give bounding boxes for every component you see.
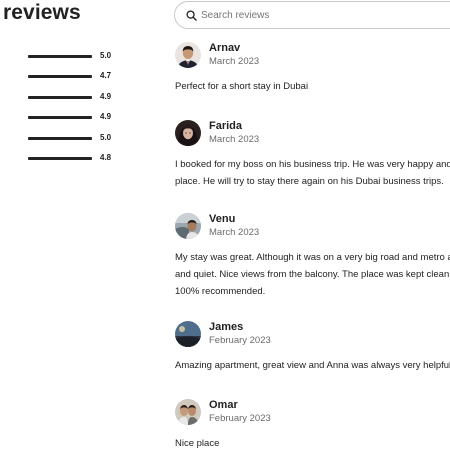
- review-text: Nice place: [175, 435, 219, 450]
- rating-row: 4.7: [28, 69, 118, 89]
- search-bar[interactable]: [174, 1, 450, 29]
- review-date: February 2023: [209, 413, 271, 424]
- rating-bar: [28, 75, 92, 79]
- avatar[interactable]: [175, 213, 201, 239]
- search-input[interactable]: [201, 9, 401, 21]
- rating-bar: [28, 95, 92, 99]
- review-text: Amazing apartment, great view and Anna w…: [175, 357, 450, 374]
- rating-value: 4.9: [100, 112, 112, 122]
- reviewer-name: Farida: [209, 120, 243, 132]
- rating-row: 4.9: [28, 90, 118, 110]
- reviewer-name: Venu: [209, 213, 236, 225]
- rating-bar: [28, 136, 92, 140]
- reviewer-name: Omar: [209, 399, 238, 411]
- reviewer-name: Arnav: [209, 42, 241, 54]
- page-title: reviews: [3, 1, 81, 24]
- review-text-line: Perfect for a short stay in Dubai: [175, 81, 309, 92]
- rating-value: 4.8: [100, 152, 112, 162]
- reviewer-name: James: [209, 321, 244, 333]
- rating-row: 4.8: [28, 151, 118, 171]
- review-date: March 2023: [209, 227, 260, 238]
- review-text-line: My stay was great. Although it was on a …: [175, 252, 450, 263]
- review-text-line: Amazing apartment, great view and Anna w…: [175, 360, 450, 371]
- avatar[interactable]: [175, 399, 201, 425]
- review-date: March 2023: [209, 56, 260, 67]
- rating-value: 4.9: [100, 91, 112, 101]
- rating-row: 5.0: [28, 49, 118, 69]
- review-text-line: Nice place: [175, 438, 220, 449]
- review-text: My stay was great. Although it was on a …: [175, 249, 450, 300]
- review-date: February 2023: [209, 335, 271, 346]
- rating-bar: [28, 55, 92, 58]
- review-text-line: I booked for my boss on his business tri…: [175, 159, 450, 170]
- rating-row: 5.0: [28, 131, 118, 151]
- rating-row: 4.9: [28, 110, 118, 130]
- reviews-page: reviews 5.0 4.7 4.9 4.9 5.0 4.8 Search r…: [0, 0, 450, 450]
- rating-value: 5.0: [100, 132, 112, 142]
- category-ratings: 5.0 4.7 4.9 4.9 5.0 4.8: [28, 49, 118, 171]
- search-icon: [185, 9, 197, 21]
- avatar[interactable]: [175, 120, 201, 146]
- avatar[interactable]: [175, 321, 201, 347]
- review-text-line: and quiet. Nice views from the balcony. …: [175, 269, 450, 280]
- rating-bar: [28, 116, 92, 120]
- review-text: Perfect for a short stay in Dubai: [175, 78, 308, 95]
- review-text: I booked for my boss on his business tri…: [175, 156, 450, 190]
- review-text-line: 100% recommended.: [175, 286, 266, 297]
- rating-value: 4.7: [100, 71, 112, 81]
- rating-bar: [28, 156, 92, 160]
- avatar[interactable]: [175, 42, 201, 68]
- review-text-line: place. He will try to stay there again o…: [175, 176, 444, 187]
- review-date: March 2023: [209, 134, 260, 145]
- rating-value: 5.0: [100, 51, 112, 60]
